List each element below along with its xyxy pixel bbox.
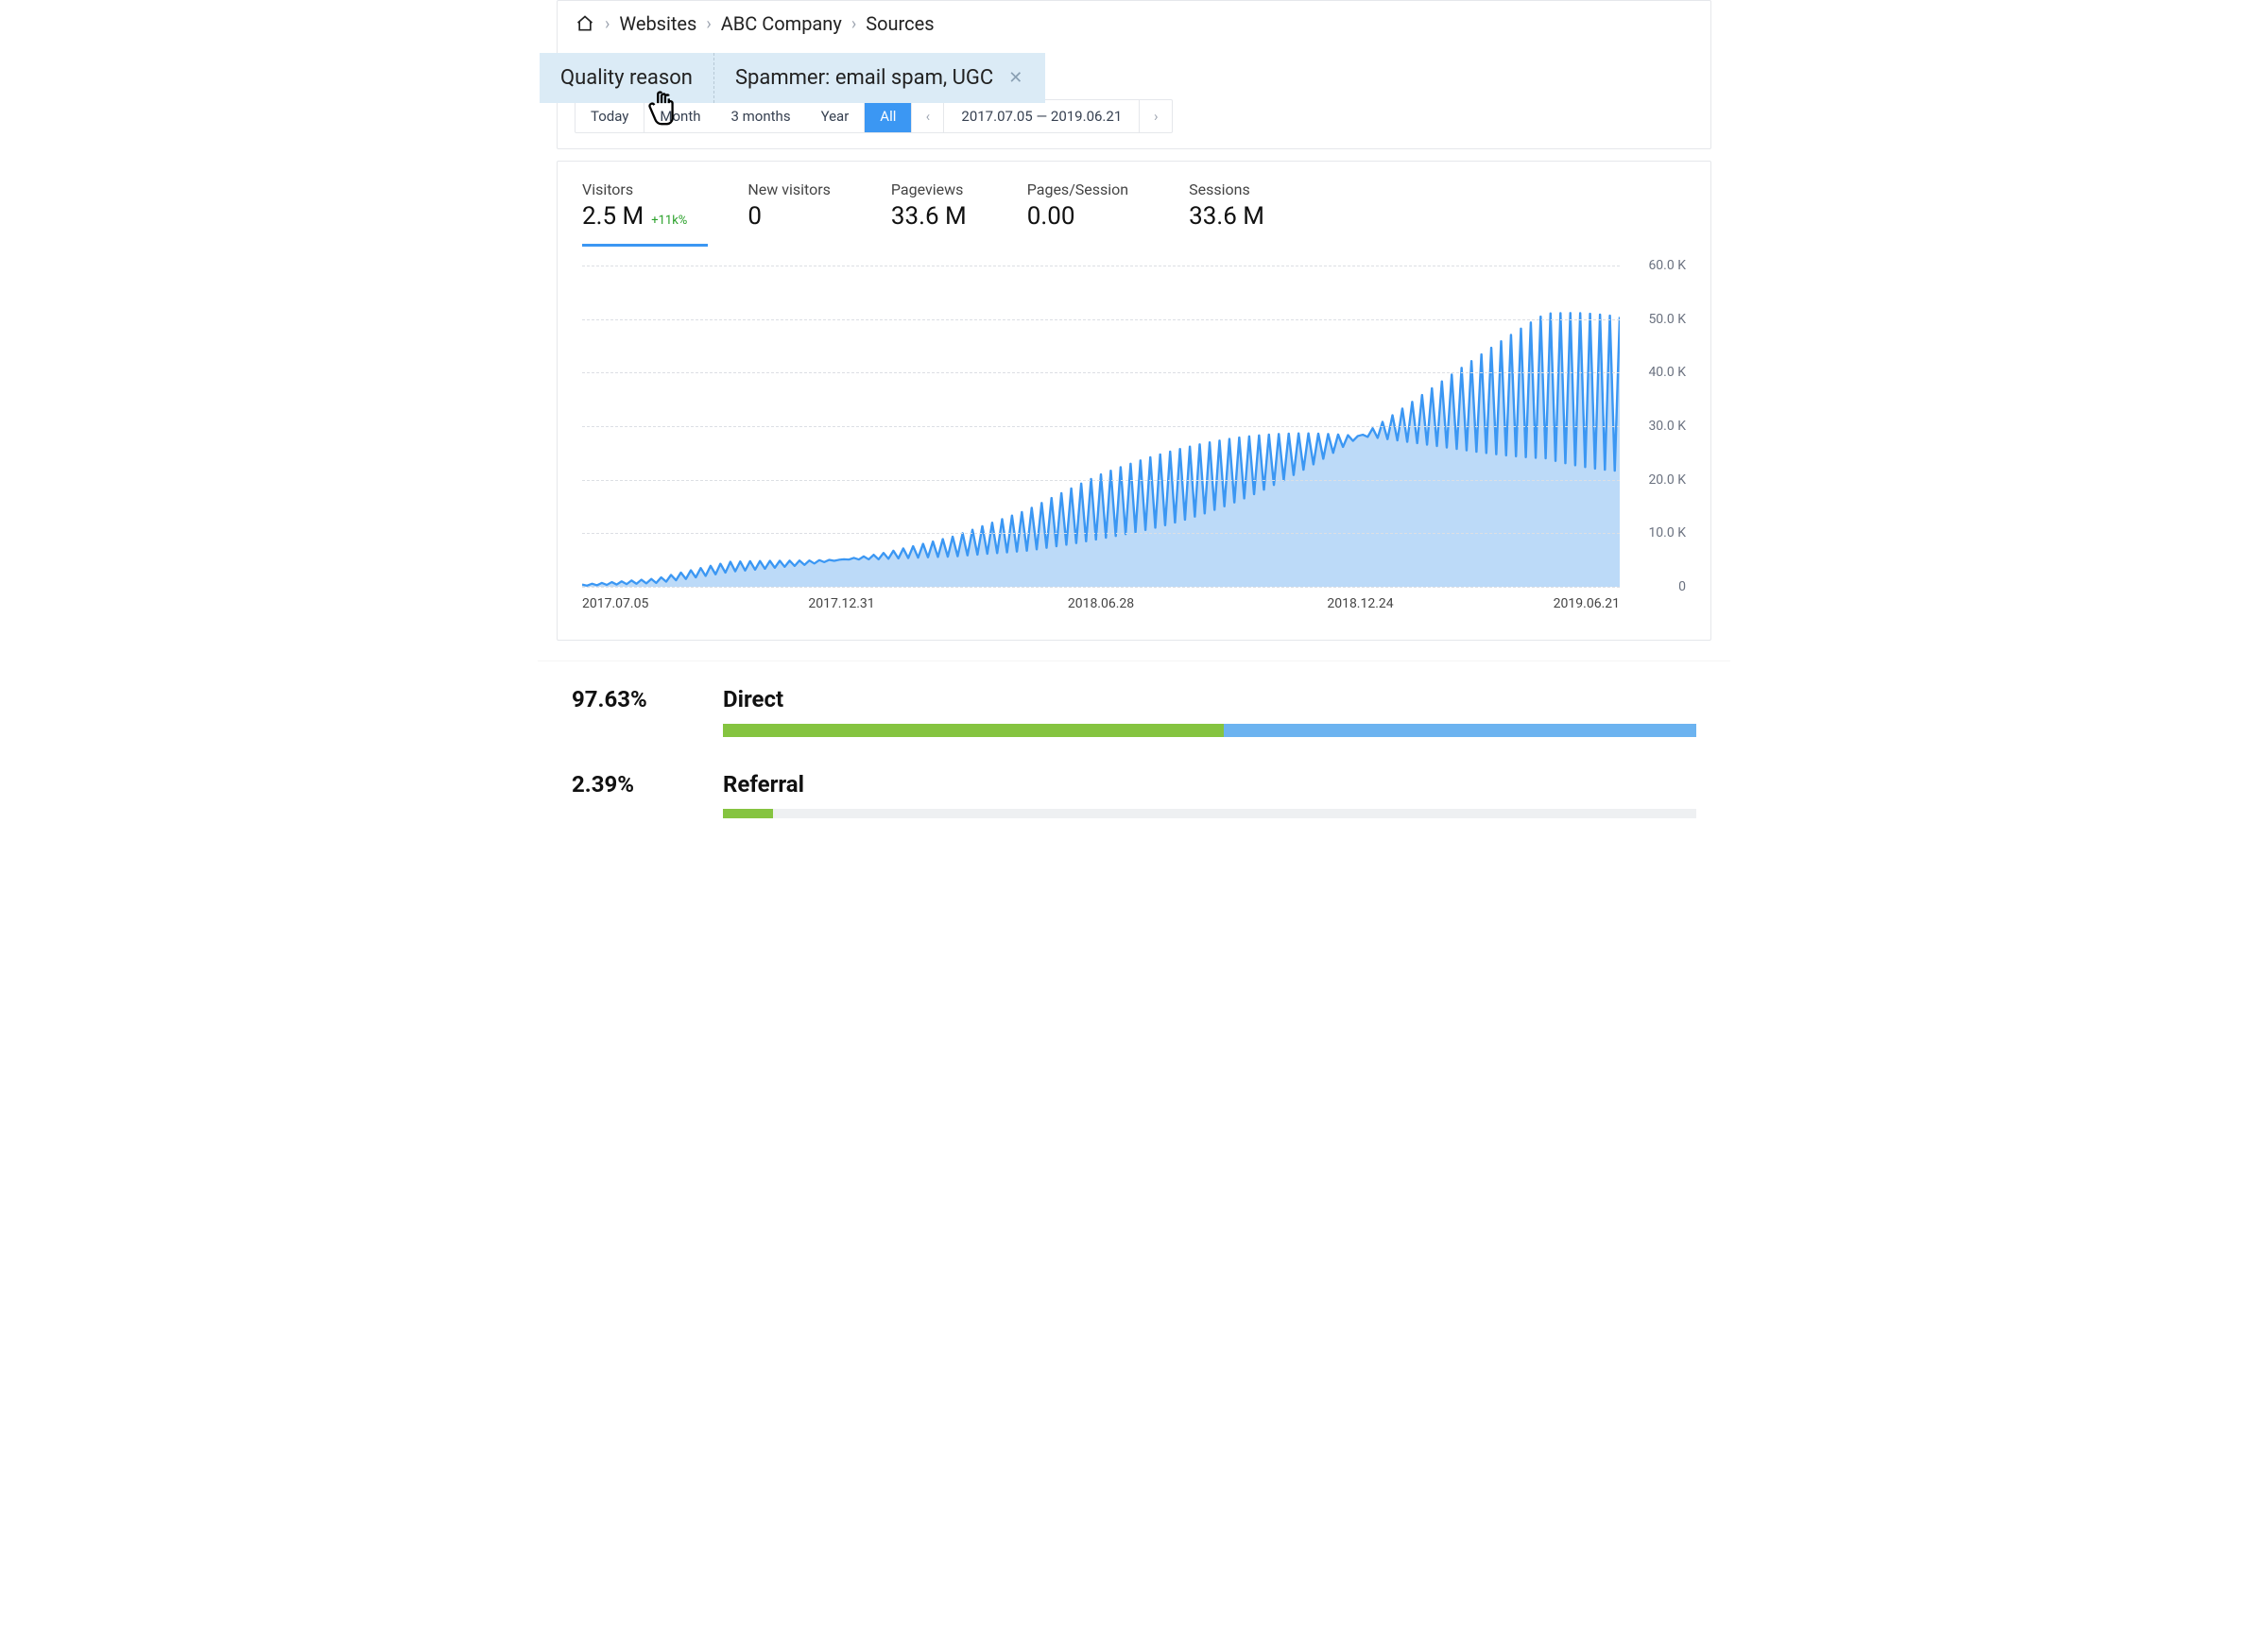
home-icon[interactable] xyxy=(575,13,595,34)
chart-y-tick: 20.0 K xyxy=(1648,472,1686,488)
source-bar-segment xyxy=(723,809,773,818)
metric-value: 0 xyxy=(747,202,762,231)
metric-value: 2.5 M xyxy=(582,202,644,231)
metric-new-visitors[interactable]: New visitors 0 xyxy=(747,175,851,247)
metric-delta: +11k% xyxy=(651,214,687,228)
source-row: 2.39% Referral xyxy=(572,771,1696,818)
metric-value: 33.6 M xyxy=(1189,202,1264,231)
chevron-right-icon: › xyxy=(706,14,711,34)
chart-y-tick: 60.0 K xyxy=(1648,258,1686,273)
chart-gridline xyxy=(582,372,1620,373)
pointer-cursor-icon xyxy=(642,85,685,129)
range-prev-icon[interactable]: ‹ xyxy=(912,100,944,132)
metric-pages-session[interactable]: Pages/Session 0.00 xyxy=(1027,175,1149,247)
source-bar xyxy=(723,724,1696,737)
source-name: Referral xyxy=(723,771,1696,798)
metric-pageviews[interactable]: Pageviews 33.6 M xyxy=(891,175,988,247)
metric-label: Visitors xyxy=(582,180,687,198)
range-date-label[interactable]: 2017.07.05 — 2019.06.21 xyxy=(944,100,1140,132)
chart-y-tick: 40.0 K xyxy=(1648,365,1686,380)
metric-value: 0.00 xyxy=(1027,202,1075,231)
breadcrumb-company[interactable]: ABC Company xyxy=(721,12,842,35)
chart-x-tick: 2018.12.24 xyxy=(1327,596,1393,611)
source-name: Direct xyxy=(723,686,1696,712)
chart-y-tick: 50.0 K xyxy=(1648,312,1686,327)
metric-sessions[interactable]: Sessions 33.6 M xyxy=(1189,175,1285,247)
breadcrumb-websites[interactable]: Websites xyxy=(619,12,696,35)
chart-gridline xyxy=(582,480,1620,481)
filter-remove-icon[interactable]: ✕ xyxy=(1006,68,1024,88)
chart-y-tick: 30.0 K xyxy=(1648,419,1686,434)
breadcrumb-current: Sources xyxy=(866,12,934,35)
chart-gridline xyxy=(582,533,1620,534)
chart-card: Visitors 2.5 M +11k% New visitors 0 Pageviews… xyxy=(557,161,1711,641)
chart-x-tick: 2019.06.21 xyxy=(1554,596,1620,611)
metric-value: 33.6 M xyxy=(891,202,967,231)
source-row: 97.63% Direct xyxy=(572,686,1696,737)
filter-value: Spammer: email spam, UGC xyxy=(735,66,993,90)
chart-plot-area xyxy=(582,266,1620,587)
chart-gridline xyxy=(582,426,1620,427)
filter-label-chip[interactable]: Quality reason xyxy=(540,53,713,103)
metric-visitors[interactable]: Visitors 2.5 M +11k% xyxy=(582,175,708,247)
metric-label: Pages/Session xyxy=(1027,180,1128,198)
metrics-tabs: Visitors 2.5 M +11k% New visitors 0 Pageviews… xyxy=(582,175,1686,247)
metric-label: Sessions xyxy=(1189,180,1264,198)
source-bar xyxy=(723,809,1696,818)
chart-x-tick: 2017.07.05 xyxy=(582,596,648,611)
range-next-icon[interactable]: › xyxy=(1140,100,1172,132)
range-seg-year[interactable]: Year xyxy=(806,100,866,132)
sources-card: 97.63% Direct 2.39% Referral xyxy=(538,661,1730,850)
chart-gridline xyxy=(582,319,1620,320)
breadcrumb: › Websites › ABC Company › Sources xyxy=(558,1,1710,44)
range-seg-today[interactable]: Today xyxy=(576,100,644,132)
chevron-right-icon: › xyxy=(851,14,856,34)
chart-y-axis: 010.0 K20.0 K30.0 K40.0 K50.0 K60.0 K xyxy=(1629,266,1686,587)
metric-label: Pageviews xyxy=(891,180,967,198)
metric-label: New visitors xyxy=(747,180,831,198)
visitors-chart: 010.0 K20.0 K30.0 K40.0 K50.0 K60.0 K 20… xyxy=(582,266,1686,625)
source-percent: 2.39% xyxy=(572,771,695,798)
chart-y-tick: 0 xyxy=(1678,579,1686,594)
chart-x-tick: 2018.06.28 xyxy=(1068,596,1134,611)
chart-x-axis: 2017.07.05 2017.12.31 2018.06.28 2018.12.24… xyxy=(582,596,1620,619)
range-seg-all[interactable]: All xyxy=(865,100,912,132)
source-bar-segment xyxy=(723,724,1224,737)
chart-gridline xyxy=(582,587,1620,588)
range-seg-3-months[interactable]: 3 months xyxy=(716,100,806,132)
chart-area-fill xyxy=(582,313,1620,587)
chart-y-tick: 10.0 K xyxy=(1648,525,1686,540)
chart-x-tick: 2017.12.31 xyxy=(808,596,874,611)
page-frame: Quality reason Spammer: email spam, UGC … xyxy=(538,0,1730,850)
filter-row: Quality reason Spammer: email spam, UGC … xyxy=(540,53,1045,103)
source-percent: 97.63% xyxy=(572,686,695,712)
chevron-right-icon: › xyxy=(605,14,610,34)
filter-value-chip[interactable]: Spammer: email spam, UGC ✕ xyxy=(713,53,1045,103)
source-bar-segment xyxy=(1224,724,1696,737)
